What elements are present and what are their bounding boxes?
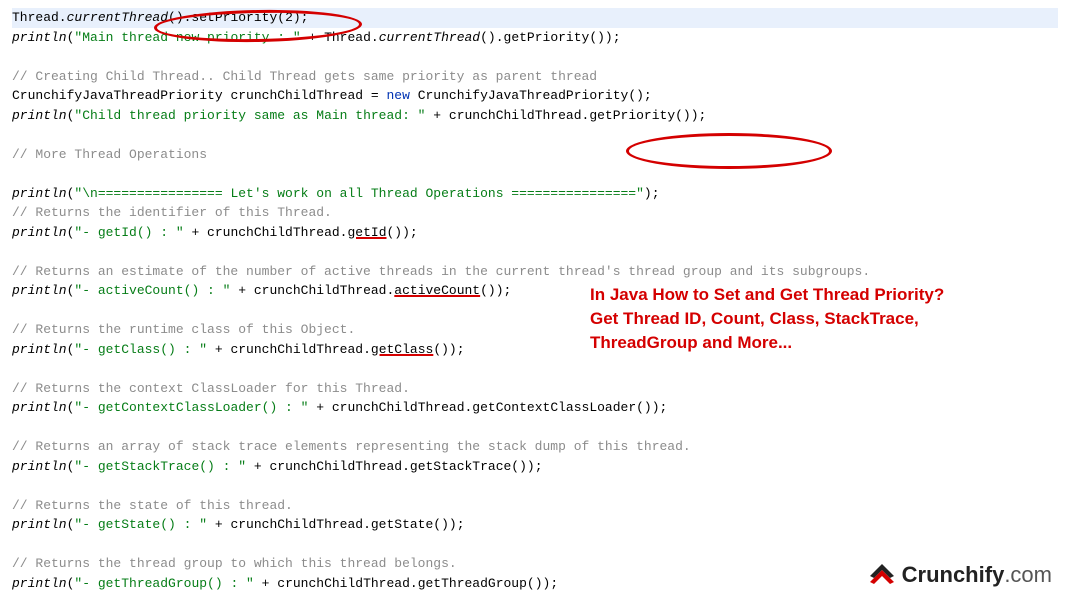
code-comment: // Returns an estimate of the number of … — [12, 262, 1058, 282]
code-line: println("Child thread priority same as M… — [12, 106, 1058, 126]
code-line: CrunchifyJavaThreadPriority crunchChildT… — [12, 86, 1058, 106]
code-line: println("- getState() : " + crunchChildT… — [12, 515, 1058, 535]
brand-icon — [868, 564, 896, 586]
code-comment: // Creating Child Thread.. Child Thread … — [12, 67, 1058, 87]
code-line — [12, 359, 1058, 379]
code-line — [12, 535, 1058, 555]
code-line — [12, 242, 1058, 262]
code-line — [12, 47, 1058, 67]
brand-logo: Crunchify.com — [868, 558, 1053, 591]
code-line — [12, 125, 1058, 145]
code-comment: // Returns the state of this thread. — [12, 496, 1058, 516]
code-line — [12, 418, 1058, 438]
code-line — [12, 476, 1058, 496]
code-line — [12, 164, 1058, 184]
code-line: println("- getId() : " + crunchChildThre… — [12, 223, 1058, 243]
code-comment: // Returns an array of stack trace eleme… — [12, 437, 1058, 457]
caption-line: In Java How to Set and Get Thread Priori… — [590, 283, 1040, 307]
code-line: println("\n================ Let's work o… — [12, 184, 1058, 204]
caption-overlay: In Java How to Set and Get Thread Priori… — [590, 283, 1040, 354]
code-comment: // More Thread Operations — [12, 145, 1058, 165]
code-line: println("- getContextClassLoader() : " +… — [12, 398, 1058, 418]
code-line: println("Main thread new priority : " + … — [12, 28, 1058, 48]
brand-tld: .com — [1004, 562, 1052, 587]
code-line: Thread.currentThread().setPriority(2); — [12, 8, 1058, 28]
code-line: println("- getStackTrace() : " + crunchC… — [12, 457, 1058, 477]
caption-line: ThreadGroup and More... — [590, 331, 1040, 355]
brand-name: Crunchify — [902, 562, 1005, 587]
code-comment: // Returns the context ClassLoader for t… — [12, 379, 1058, 399]
caption-line: Get Thread ID, Count, Class, StackTrace, — [590, 307, 1040, 331]
code-comment: // Returns the identifier of this Thread… — [12, 203, 1058, 223]
